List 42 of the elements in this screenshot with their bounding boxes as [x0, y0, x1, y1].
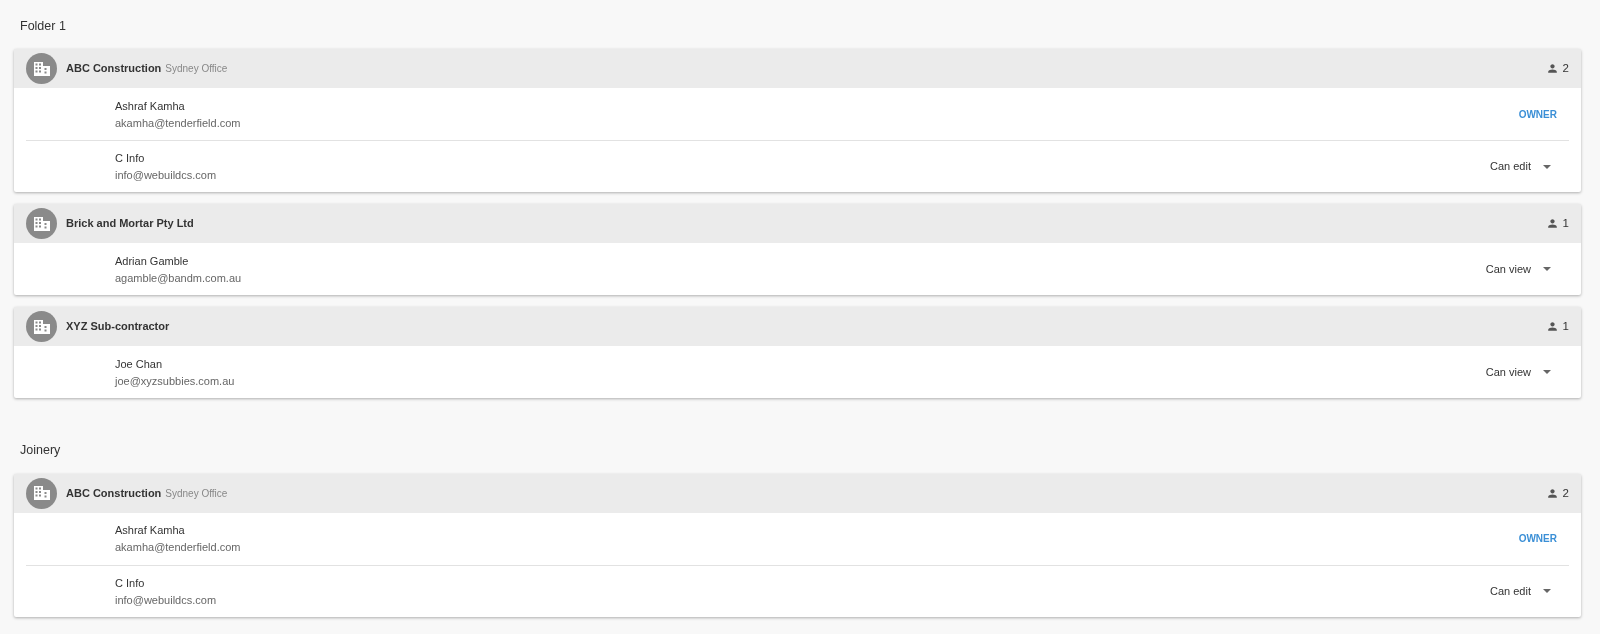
- permission-dropdown[interactable]: Can edit: [1490, 154, 1551, 179]
- caret-icon: [1543, 267, 1551, 271]
- caret-icon: [1543, 370, 1551, 374]
- member-email: akamha@tenderfield.com: [115, 540, 241, 555]
- permission-dropdown[interactable]: Can view: [1485, 359, 1551, 385]
- member-count: 2: [1562, 60, 1569, 76]
- caret-icon: [1543, 164, 1551, 169]
- building-icon: [33, 486, 50, 501]
- person-icon: [1545, 486, 1559, 500]
- person-icon: [1545, 62, 1559, 75]
- member-name: Ashraf Kamha: [115, 98, 186, 113]
- company-name: ABC Construction: [66, 61, 162, 77]
- office-name: Sydney Office: [165, 486, 228, 501]
- member-email: akamha@tenderfield.com: [115, 115, 241, 130]
- person-icon: [1545, 320, 1559, 333]
- member-name: Adrian Gamble: [115, 253, 190, 268]
- member-name: Ashraf Kamha: [115, 523, 186, 538]
- folder-title: Folder 1: [19, 18, 67, 35]
- member-name: C Info: [115, 575, 146, 590]
- member-email: info@webuildcs.com: [115, 168, 217, 182]
- building-icon: [33, 216, 50, 231]
- person-icon: [1545, 217, 1559, 230]
- building-icon: [33, 61, 50, 76]
- member-count: 1: [1562, 215, 1569, 231]
- member-email: joe@xyzsubbies.com.au: [115, 373, 235, 388]
- member-name: Joe Chan: [115, 356, 164, 371]
- building-icon: [33, 319, 50, 334]
- company-name: XYZ Sub-contractor: [66, 319, 170, 335]
- permission-dropdown[interactable]: Can edit: [1490, 579, 1551, 604]
- folder-title: Joinery: [19, 442, 62, 459]
- company-name: Brick and Mortar Pty Ltd: [66, 216, 194, 232]
- owner-label: OWNER: [1518, 532, 1557, 547]
- office-name: Sydney Office: [165, 62, 228, 76]
- member-email: agamble@bandm.com.au: [115, 270, 242, 285]
- member-count: 1: [1562, 318, 1569, 334]
- company-name: ABC Construction: [66, 486, 162, 501]
- member-count: 2: [1562, 485, 1569, 501]
- owner-label: OWNER: [1518, 107, 1557, 122]
- member-name: C Info: [115, 151, 146, 165]
- caret-icon: [1543, 589, 1551, 594]
- permission-dropdown[interactable]: Can view: [1485, 256, 1551, 282]
- member-email: info@webuildcs.com: [115, 592, 217, 607]
